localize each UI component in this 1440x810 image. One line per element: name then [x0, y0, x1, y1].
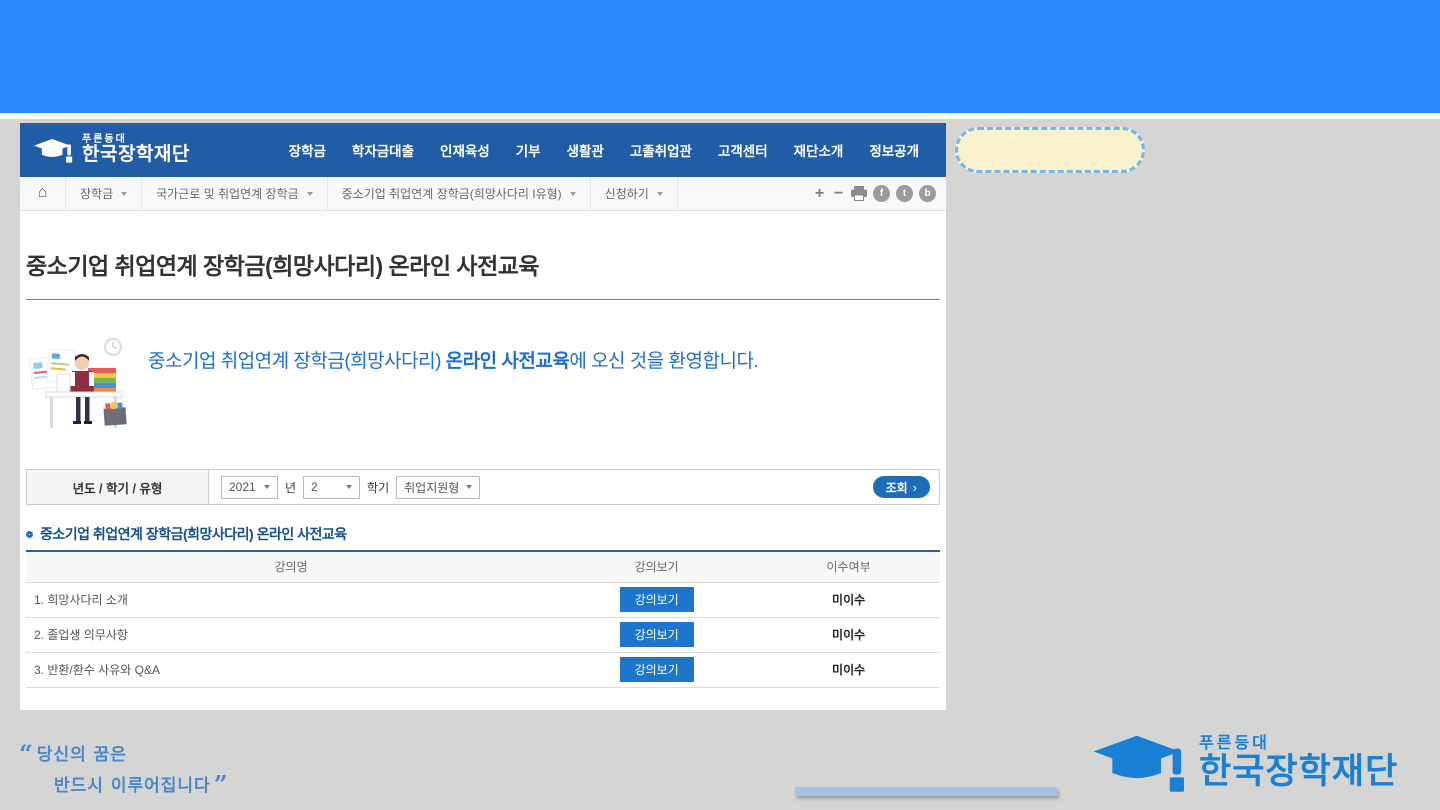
welcome-pre: 중소기업 취업연계 장학금(희망사다리) [148, 351, 446, 372]
student-desk-illustration [26, 330, 138, 436]
underline-annotation [795, 787, 1057, 796]
table-header-row: 강의명 강의보기 이수여부 [26, 552, 940, 582]
breadcrumb-label: 중소기업 취업연계 장학금(희망사다리 I유형) [342, 185, 562, 202]
nav-item-donation[interactable]: 기부 [503, 140, 554, 160]
slogan-text-1: 당신의 꿈은 [37, 745, 127, 765]
open-quote-icon: “ [16, 739, 37, 768]
lecture-name: 1. 희망사다리 소개 [26, 582, 556, 617]
logo-name: 한국장학재단 [82, 145, 190, 165]
page-title: 중소기업 취업연계 장학금(희망사다리) 온라인 사전교육 [26, 247, 940, 281]
title-divider [26, 299, 940, 300]
welcome-bold: 온라인 사전교육 [446, 351, 570, 372]
table-row: 3. 반환/환수 사유와 Q&A 강의보기 미이수 [26, 652, 940, 687]
slogan-line-1: “당신의 꿈은 [16, 740, 232, 765]
chevron-right-icon: › [913, 480, 917, 495]
site-header: 푸른등대 한국장학재단 장학금 학자금대출 인재육성 기부 생활관 고졸취업관 … [20, 123, 946, 177]
highlight-annotation [955, 127, 1145, 173]
welcome-post: 에 오신 것을 환영합니다. [569, 351, 758, 372]
filter-label: 년도 / 학기 / 유형 [27, 470, 209, 504]
chevron-down-icon [307, 192, 313, 196]
page-content: 중소기업 취업연계 장학금(희망사다리) 온라인 사전교육 [20, 247, 946, 688]
search-button[interactable]: 조회 › [873, 476, 930, 498]
graduation-cap-icon [34, 136, 74, 165]
blog-icon[interactable]: b [919, 185, 936, 202]
footer-logo-tagline: 푸른등대 [1199, 735, 1398, 753]
nav-item-dormitory[interactable]: 생활관 [554, 140, 617, 160]
chevron-down-icon [264, 485, 270, 489]
column-header-completion: 이수여부 [757, 552, 940, 582]
column-header-lecture-name: 강의명 [26, 552, 556, 582]
chevron-down-icon [570, 192, 576, 196]
zoom-in-button[interactable]: + [813, 185, 826, 203]
chevron-down-icon [657, 192, 663, 196]
page-tools: + − f t b [813, 185, 946, 203]
lecture-name: 3. 반환/환수 사유와 Q&A [26, 652, 556, 687]
year-value: 2021 [229, 480, 256, 494]
welcome-message: 중소기업 취업연계 장학금(희망사다리) 온라인 사전교육에 오신 것을 환영합… [148, 346, 758, 436]
breadcrumb-bar: ⌂ 장학금 국가근로 및 취업연계 장학금 중소기업 취업연계 장학금(희망사다… [20, 177, 946, 211]
semester-unit-label: 학기 [367, 479, 389, 496]
slogan-line-2: 반드시 이루어집니다” [54, 771, 232, 796]
chevron-down-icon [466, 485, 472, 489]
website-screenshot: 푸른등대 한국장학재단 장학금 학자금대출 인재육성 기부 생활관 고졸취업관 … [20, 123, 946, 710]
twitter-icon[interactable]: t [896, 185, 913, 202]
nav-item-disclosure[interactable]: 정보공개 [856, 140, 932, 160]
column-header-view-lecture: 강의보기 [556, 552, 757, 582]
filter-controls: 2021 년 2 학기 취업지원형 [209, 476, 480, 499]
bullet-icon [26, 531, 33, 538]
slide-divider [0, 113, 1440, 119]
semester-value: 2 [311, 480, 318, 494]
type-select[interactable]: 취업지원형 [396, 476, 480, 499]
lecture-name: 2. 졸업생 의무사항 [26, 617, 556, 652]
breadcrumb-scholarship[interactable]: 장학금 [66, 177, 142, 211]
print-icon[interactable] [851, 186, 867, 201]
graduation-cap-icon [1093, 730, 1189, 796]
completion-status: 미이수 [757, 617, 940, 652]
logo-text: 푸른등대 한국장학재단 [82, 135, 190, 165]
nav-item-about[interactable]: 재단소개 [781, 140, 857, 160]
nav-item-highschool-employment[interactable]: 고졸취업관 [617, 140, 705, 160]
lecture-table: 강의명 강의보기 이수여부 1. 희망사다리 소개 강의보기 미이수 2. 졸업… [26, 552, 940, 688]
filter-box: 년도 / 학기 / 유형 2021 년 2 학기 취업지원형 조회 [26, 469, 940, 505]
table-row: 2. 졸업생 의무사항 강의보기 미이수 [26, 617, 940, 652]
nav-item-customer-center[interactable]: 고객센터 [705, 140, 781, 160]
close-quote-icon: ” [211, 770, 232, 799]
table-row: 1. 희망사다리 소개 강의보기 미이수 [26, 582, 940, 617]
footer-logo: 푸른등대 한국장학재단 [1093, 730, 1398, 796]
chevron-down-icon [121, 192, 127, 196]
footer-logo-text: 푸른등대 한국장학재단 [1199, 735, 1398, 791]
zoom-out-button[interactable]: − [832, 185, 845, 203]
main-nav: 장학금 학자금대출 인재육성 기부 생활관 고졸취업관 고객센터 재단소개 정보… [276, 140, 946, 160]
nav-item-scholarship[interactable]: 장학금 [276, 140, 339, 160]
chevron-down-icon [346, 485, 352, 489]
type-value: 취업지원형 [404, 479, 459, 496]
completion-status: 미이수 [757, 582, 940, 617]
view-lecture-button[interactable]: 강의보기 [620, 657, 694, 682]
site-logo[interactable]: 푸른등대 한국장학재단 [20, 135, 190, 165]
view-lecture-button[interactable]: 강의보기 [620, 587, 694, 612]
breadcrumb-sme-scholarship[interactable]: 중소기업 취업연계 장학금(희망사다리 I유형) [328, 177, 591, 211]
view-lecture-button[interactable]: 강의보기 [620, 622, 694, 647]
breadcrumb-label: 장학금 [80, 185, 113, 202]
section-title: 중소기업 취업연계 장학금(희망사다리) 온라인 사전교육 [26, 524, 940, 552]
semester-select[interactable]: 2 [303, 476, 360, 499]
slogan-text: “당신의 꿈은 반드시 이루어집니다” [16, 740, 232, 796]
year-unit-label: 년 [285, 479, 296, 496]
home-icon[interactable]: ⌂ [20, 177, 66, 211]
footer-logo-name: 한국장학재단 [1199, 753, 1398, 792]
breadcrumb-label: 국가근로 및 취업연계 장학금 [156, 185, 298, 202]
section-title-label: 중소기업 취업연계 장학금(희망사다리) 온라인 사전교육 [40, 524, 347, 544]
breadcrumb-label: 신청하기 [605, 185, 649, 202]
slogan-text-2: 반드시 이루어집니다 [54, 776, 211, 796]
breadcrumb-national-work[interactable]: 국가근로 및 취업연계 장학금 [142, 177, 327, 211]
slide-top-band [0, 0, 1440, 113]
facebook-icon[interactable]: f [873, 185, 890, 202]
welcome-section: 중소기업 취업연계 장학금(희망사다리) 온라인 사전교육에 오신 것을 환영합… [26, 330, 940, 436]
search-button-label: 조회 [886, 479, 908, 496]
year-select[interactable]: 2021 [221, 476, 278, 499]
nav-item-student-loan[interactable]: 학자금대출 [339, 140, 427, 160]
breadcrumb-apply[interactable]: 신청하기 [591, 177, 678, 211]
nav-item-talent[interactable]: 인재육성 [427, 140, 503, 160]
completion-status: 미이수 [757, 652, 940, 687]
